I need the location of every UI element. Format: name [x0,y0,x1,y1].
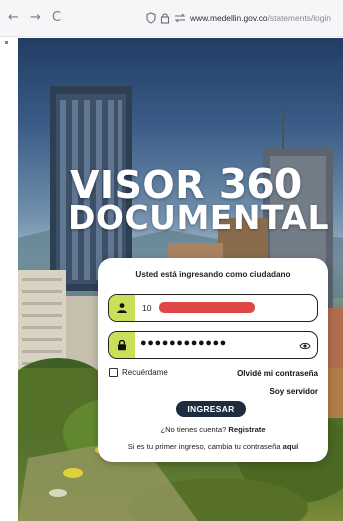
login-heading: Usted está ingresando como ciudadano [135,270,291,279]
username-field[interactable]: 10 [108,294,318,322]
url-text: www.medellin.gov.co/statements/login [190,12,331,24]
register-link[interactable]: Registrate [228,425,265,434]
url-domain: www.medellin.gov.co [190,13,268,23]
no-account-text: ¿No tienes cuenta? [160,425,227,434]
register-prompt: ¿No tienes cuenta? Registrate [98,425,328,434]
lock-icon [160,12,170,28]
remember-checkbox[interactable] [109,368,118,377]
connection-icon [174,12,186,28]
first-login-link[interactable]: aquí [283,442,299,451]
browser-toolbar: ← → C www.medellin.gov.co/statements/log… [0,0,343,37]
forgot-password-link[interactable]: Olvidé mi contraseña [237,369,318,378]
lock-icon [109,332,135,358]
remember-label: Recuérdame [122,368,168,377]
password-value: ●●●●●●●●●●●● [140,337,227,349]
page-edge-marker [5,41,8,44]
reload-icon[interactable]: C [52,11,61,25]
login-card: Usted está ingresando como ciudadano 10 … [98,258,328,462]
remember-me[interactable]: Recuérdame [109,368,168,377]
first-login-text: Si es tu primer ingreso, cambia tu contr… [127,442,281,451]
soy-servidor-link[interactable]: Soy servidor [270,387,318,396]
redaction-mark [159,302,255,313]
forward-arrow-icon[interactable]: → [30,11,41,25]
back-arrow-icon[interactable]: ← [8,11,19,25]
url-path: /statements/login [267,13,331,23]
username-value: 10 [142,303,152,313]
address-bar[interactable]: www.medellin.gov.co/statements/login [140,8,338,28]
shield-icon [146,12,156,28]
ingresar-button[interactable]: INGRESAR [176,401,246,417]
user-icon [109,295,135,321]
password-field[interactable]: ●●●●●●●●●●●● [108,331,318,359]
eye-icon[interactable] [299,339,311,351]
first-login-prompt: Si es tu primer ingreso, cambia tu contr… [98,442,328,451]
hero-title-line2: DOCUMENTAL [68,198,329,237]
